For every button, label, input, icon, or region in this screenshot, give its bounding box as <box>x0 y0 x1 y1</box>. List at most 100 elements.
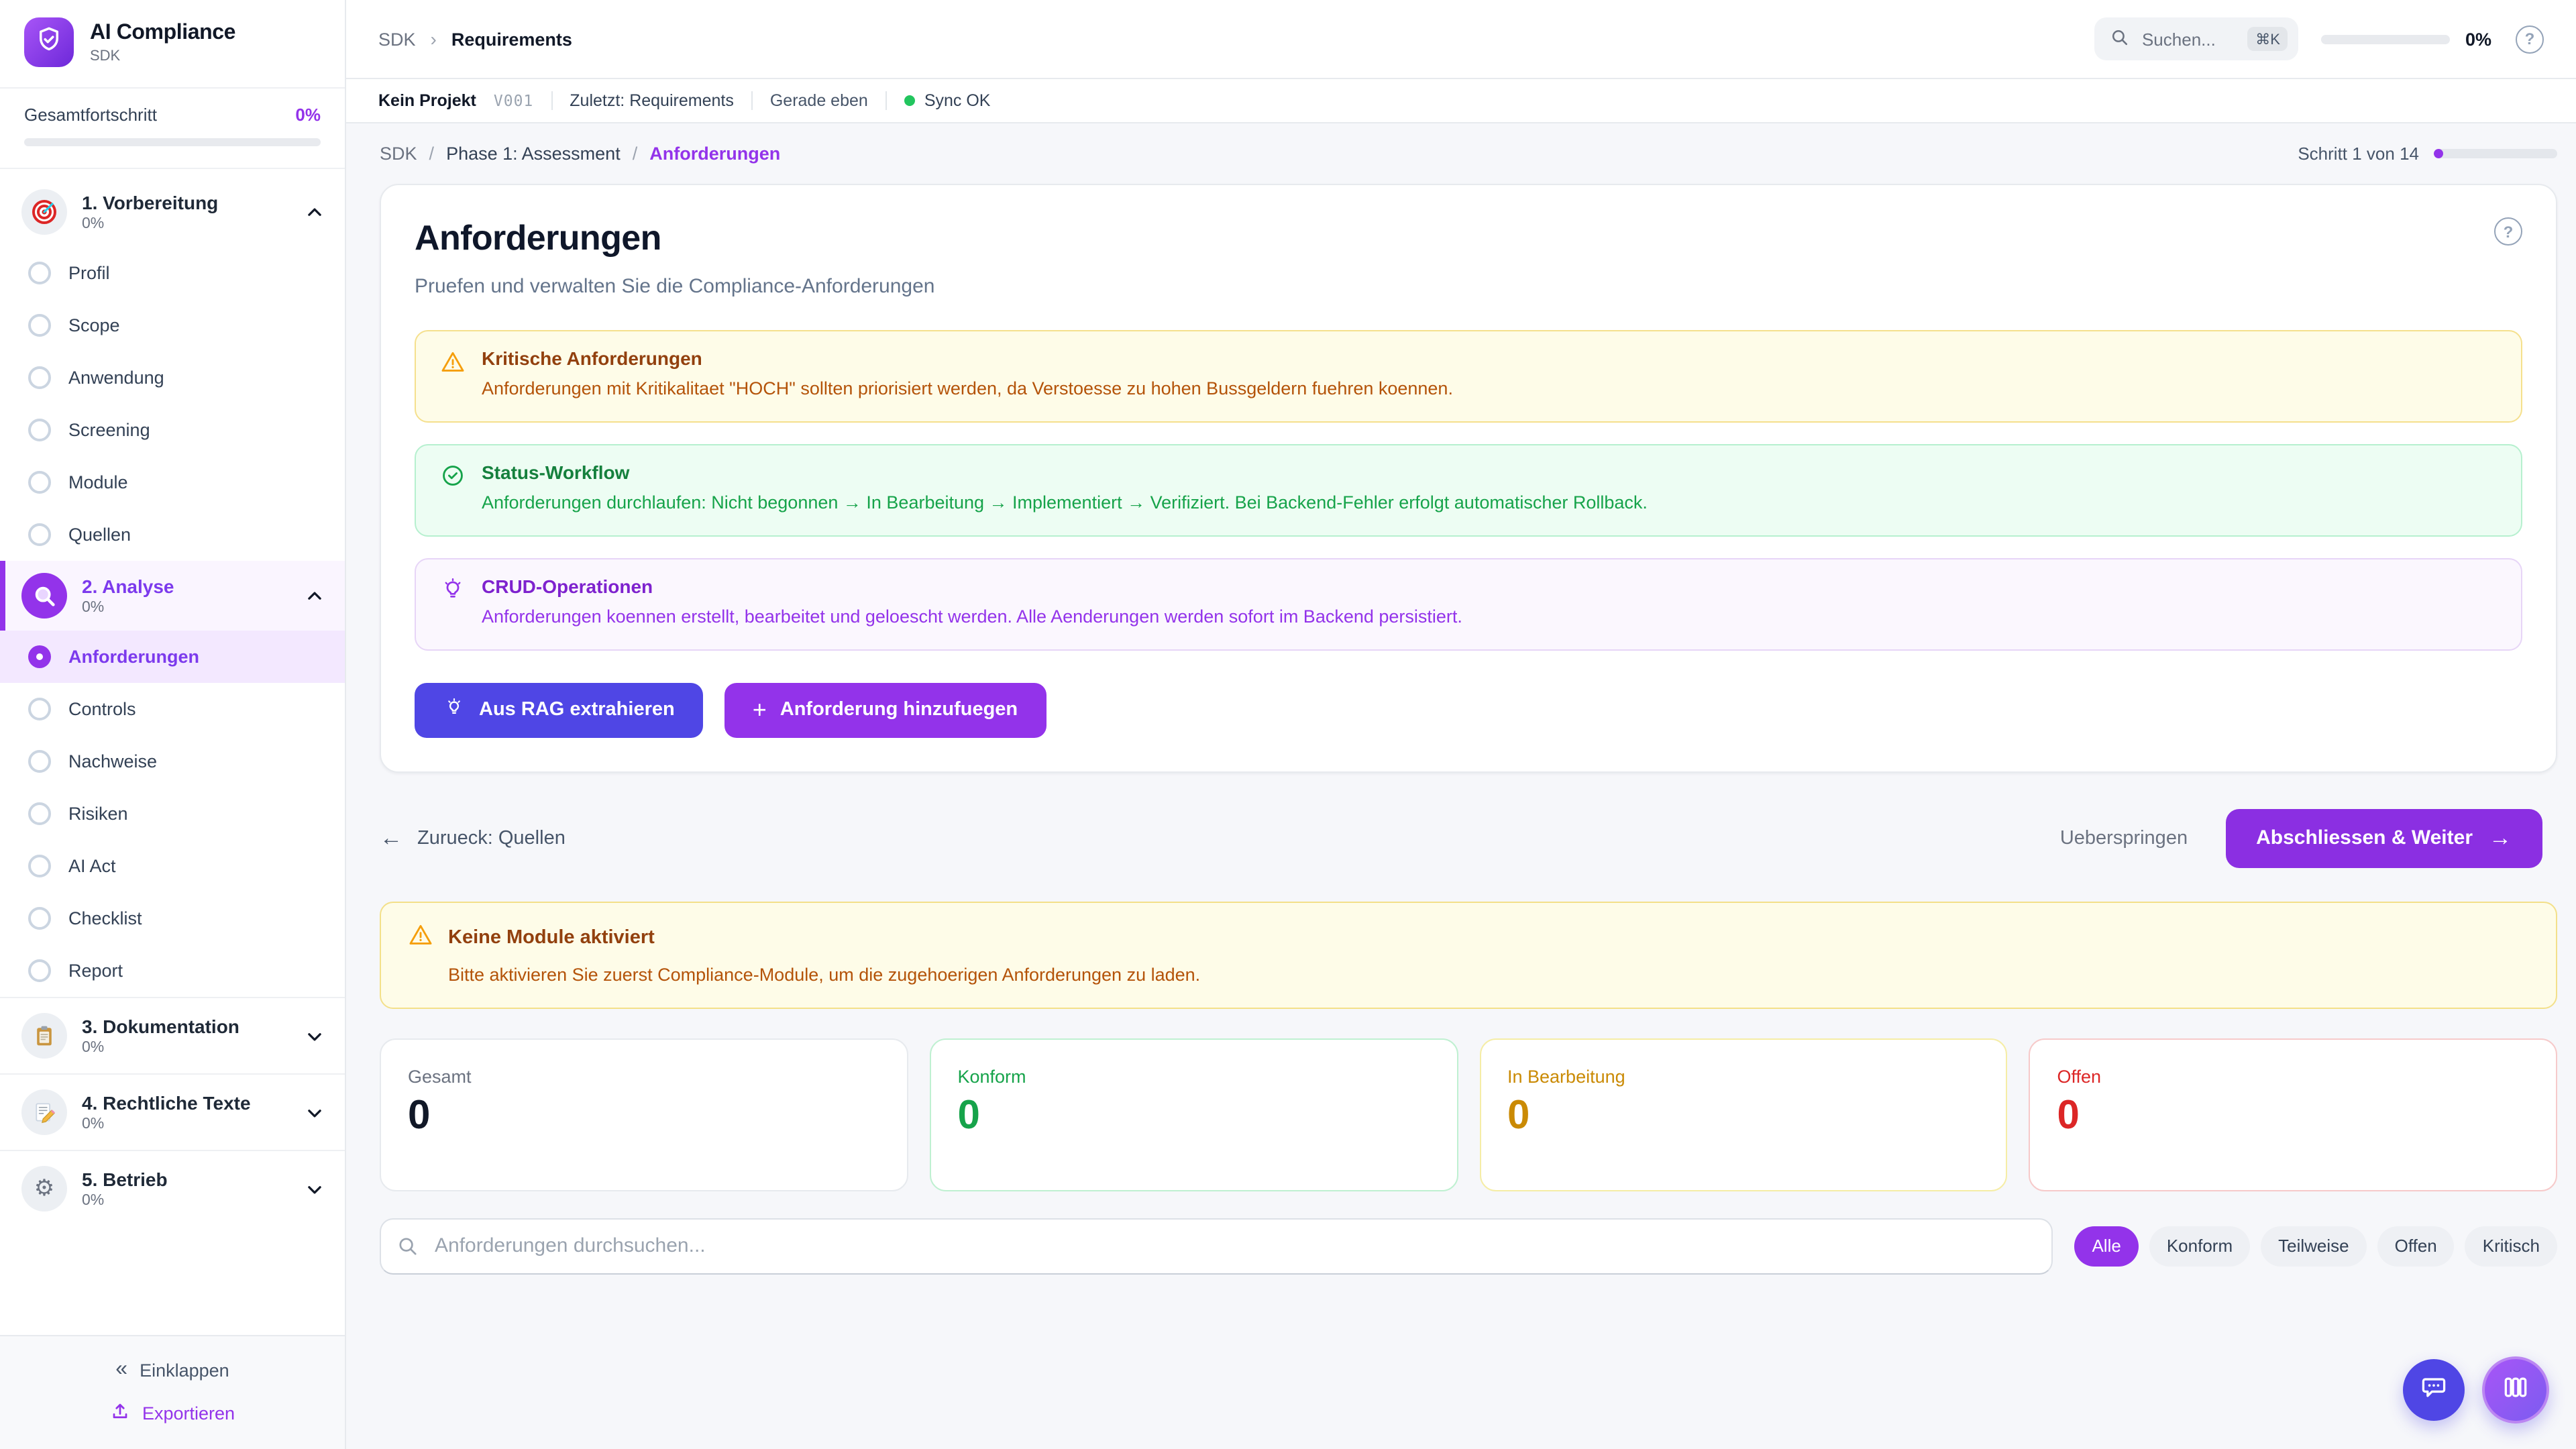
sidebar-item-checklist[interactable]: Checklist <box>0 892 345 945</box>
sidebar-item-profil[interactable]: Profil <box>0 247 345 299</box>
header-progress-bar <box>2322 34 2451 44</box>
skip-button[interactable]: Ueberspringen <box>2060 827 2188 849</box>
sidebar-item-anwendung[interactable]: Anwendung <box>0 352 345 404</box>
radio-icon <box>28 262 51 284</box>
filter-chips: Alle Konform Teilweise Offen Kritisch <box>2074 1226 2557 1266</box>
requirements-card: Anforderungen ? Pruefen und verwalten Si… <box>380 184 2557 772</box>
stat-label: In Bearbeitung <box>1507 1066 1980 1086</box>
sidebar-item-anforderungen[interactable]: Anforderungen <box>0 631 345 683</box>
filter-chip-offen[interactable]: Offen <box>2377 1226 2455 1266</box>
chat-bubble-icon <box>2419 1372 2449 1408</box>
sidebar-item-nachweise[interactable]: Nachweise <box>0 735 345 788</box>
help-icon[interactable]: ? <box>2516 25 2544 53</box>
alert-text: Anforderungen koennen erstellt, bearbeit… <box>482 605 1462 631</box>
page-content: Anforderungen ? Pruefen und verwalten Si… <box>346 164 2576 1449</box>
sidebar-item-label: Screening <box>68 420 150 440</box>
global-search[interactable]: Suchen... ⌘K <box>2095 17 2299 60</box>
alert-status-workflow: Status-Workflow Anforderungen durchlaufe… <box>415 444 2522 537</box>
extract-label: Aus RAG extrahieren <box>479 699 675 720</box>
sidebar-section-vorbereitung[interactable]: 1. Vorbereitung 0% <box>0 177 345 247</box>
requirements-search-input[interactable] <box>380 1218 2053 1274</box>
sidebar-section-betrieb[interactable]: ⚙ 5. Betrieb 0% <box>0 1151 345 1226</box>
section-percent: 0% <box>82 1193 291 1209</box>
add-requirement-button[interactable]: + Anforderung hinzufuegen <box>724 682 1046 737</box>
radio-icon <box>28 802 51 825</box>
card-actions: Aus RAG extrahieren + Anforderung hinzuf… <box>415 682 2522 737</box>
chat-fab-button[interactable] <box>2403 1359 2465 1421</box>
floating-actions <box>2403 1356 2549 1424</box>
filter-bar: Alle Konform Teilweise Offen Kritisch <box>380 1218 2557 1274</box>
sidebar-item-scope[interactable]: Scope <box>0 299 345 352</box>
sidebar-item-controls[interactable]: Controls <box>0 683 345 735</box>
arrow-left-icon: ← <box>380 824 402 851</box>
export-button[interactable]: Exportieren <box>110 1401 235 1425</box>
alert-text: Anforderungen mit Kritikalitaet "HOCH" s… <box>482 377 1453 402</box>
sidebar-item-label: Module <box>68 472 128 492</box>
page-breadcrumb: SDK / Phase 1: Assessment / Anforderunge… <box>380 144 2298 164</box>
stat-value: 0 <box>408 1093 880 1138</box>
sidebar-item-label: Anwendung <box>68 368 164 388</box>
alert-crud-operations: CRUD-Operationen Anforderungen koennen e… <box>415 558 2522 651</box>
kanban-fab-button[interactable] <box>2482 1356 2549 1424</box>
sidebar-section-dokumentation[interactable]: 3. Dokumentation 0% <box>0 998 345 1073</box>
sidebar-section-analyse[interactable]: 2. Analyse 0% <box>0 561 345 631</box>
breadcrumb-root[interactable]: SDK <box>378 29 416 49</box>
sidebar-item-label: Nachweise <box>68 751 157 771</box>
sidebar-item-label: Controls <box>68 699 136 719</box>
sidebar-section-rechtliche-texte[interactable]: 4. Rechtliche Texte 0% <box>0 1075 345 1150</box>
page-breadcrumb-phase[interactable]: Phase 1: Assessment <box>446 144 621 164</box>
sidebar-item-risiken[interactable]: Risiken <box>0 788 345 840</box>
sync-ok-dot-icon <box>904 95 915 106</box>
wizard-nav: ← Zurueck: Quellen Ueberspringen Abschli… <box>380 808 2542 867</box>
collapse-sidebar-button[interactable]: « Einklappen <box>115 1359 229 1381</box>
radio-icon <box>28 959 51 982</box>
chevron-down-icon <box>306 1027 323 1044</box>
sidebar-item-label: Risiken <box>68 804 128 824</box>
sidebar-item-label: Quellen <box>68 525 131 545</box>
radio-icon <box>28 314 51 337</box>
sidebar-item-label: Profil <box>68 263 110 283</box>
sidebar-item-quellen[interactable]: Quellen <box>0 508 345 561</box>
chevron-up-icon <box>306 203 323 221</box>
back-button[interactable]: ← Zurueck: Quellen <box>380 824 566 851</box>
alert-title: Keine Module aktiviert <box>448 926 655 948</box>
step-indicator: Schritt 1 von 14 <box>2298 144 2419 164</box>
filter-chip-teilweise[interactable]: Teilweise <box>2261 1226 2367 1266</box>
status-bar: Kein Projekt V001 Zuletzt: Requirements … <box>346 79 2576 123</box>
gear-icon: ⚙ <box>21 1166 67 1212</box>
section-percent: 0% <box>82 1116 291 1132</box>
section-label: 3. Dokumentation <box>82 1016 291 1037</box>
top-header: SDK › Requirements Suchen... ⌘K 0% ? <box>346 0 2576 79</box>
stat-value: 0 <box>958 1093 1430 1138</box>
alert-critical-requirements: Kritische Anforderungen Anforderungen mi… <box>415 330 2522 423</box>
radio-selected-icon <box>28 645 51 668</box>
sidebar-header: AI Compliance SDK <box>0 0 345 89</box>
extract-from-rag-button[interactable]: Aus RAG extrahieren <box>415 682 703 737</box>
header-progress-percent: 0% <box>2465 29 2491 49</box>
overall-progress-label: Gesamtfortschritt <box>24 105 157 125</box>
sidebar-item-label: AI Act <box>68 856 116 876</box>
requirements-search <box>380 1218 2053 1274</box>
section-label: 2. Analyse <box>82 576 291 597</box>
radio-icon <box>28 907 51 930</box>
filter-chip-konform[interactable]: Konform <box>2149 1226 2250 1266</box>
sidebar-item-report[interactable]: Report <box>0 945 345 997</box>
shield-check-icon <box>35 25 63 60</box>
sidebar-item-module[interactable]: Module <box>0 456 345 508</box>
check-circle-icon <box>440 463 466 488</box>
version-tag: V001 <box>494 91 533 110</box>
warning-triangle-icon <box>408 921 433 953</box>
lightbulb-icon <box>440 577 466 602</box>
project-name: Kein Projekt <box>378 91 476 110</box>
filter-chip-kritisch[interactable]: Kritisch <box>2465 1226 2557 1266</box>
app-title: AI Compliance <box>90 21 235 45</box>
page-breadcrumb-root[interactable]: SDK <box>380 144 417 164</box>
chevron-down-icon <box>306 1104 323 1121</box>
finish-next-button[interactable]: Abschliessen & Weiter → <box>2225 808 2542 867</box>
info-alerts: Kritische Anforderungen Anforderungen mi… <box>415 330 2522 650</box>
card-help-icon[interactable]: ? <box>2494 217 2522 246</box>
sidebar-item-ai-act[interactable]: AI Act <box>0 840 345 892</box>
filter-chip-alle[interactable]: Alle <box>2074 1226 2138 1266</box>
alert-text: Anforderungen durchlaufen: Nicht begonne… <box>482 491 1648 517</box>
sidebar-item-screening[interactable]: Screening <box>0 404 345 456</box>
